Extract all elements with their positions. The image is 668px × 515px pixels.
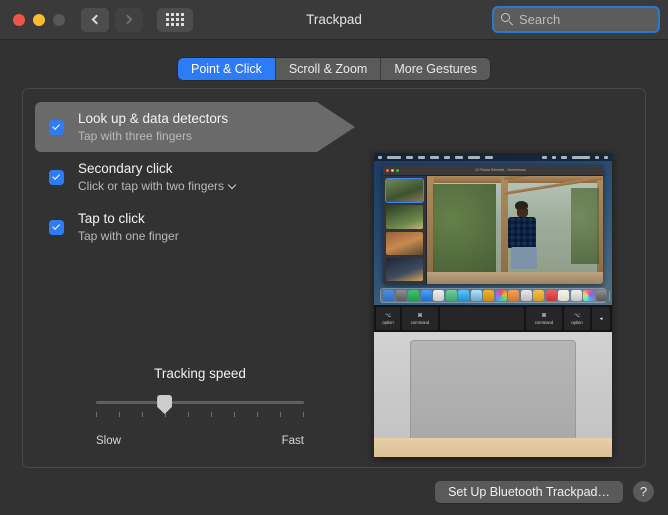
preview-thumbnail-sidebar: [383, 176, 427, 284]
grid-icon: [166, 13, 184, 26]
search-input[interactable]: [519, 12, 668, 27]
trackpad-preferences-window: Trackpad Point & Click Scroll & Zoom Mor…: [0, 0, 668, 515]
preview-app-toolbar: 10 Photos Selected - Greenhouse: [383, 165, 603, 176]
preview-thumbnail: [386, 257, 423, 281]
preview-thumbnail: [385, 177, 424, 204]
tab-scroll-and-zoom[interactable]: Scroll & Zoom: [275, 58, 382, 80]
option-row-tap-to-click[interactable]: Tap to click Tap with one finger: [35, 202, 365, 252]
key-command-left: ⌘ command: [402, 307, 438, 330]
checkmark-icon: [52, 222, 61, 230]
chevron-left-icon: [91, 14, 102, 25]
preview-laptop-deck: [374, 332, 612, 457]
preview-thumbnail: [386, 205, 423, 229]
option-row-look-up[interactable]: Look up & data detectors Tap with three …: [35, 102, 365, 152]
slider-track[interactable]: [96, 401, 304, 404]
key-option-right: ⌥ option: [564, 307, 590, 330]
minimize-button[interactable]: [33, 13, 45, 26]
settings-panel: Look up & data detectors Tap with three …: [22, 88, 646, 468]
key-arrow: ◂: [592, 307, 610, 330]
bottom-bar: Set Up Bluetooth Trackpad… ?: [0, 468, 668, 515]
slider-max-label: Fast: [281, 435, 304, 447]
preview-dock: [380, 288, 610, 303]
search-icon: [501, 13, 514, 26]
preview-main-photo: [427, 176, 603, 284]
navigation-buttons: [81, 7, 143, 32]
option-subtitle: Tap with one finger: [78, 228, 179, 244]
options-list: Look up & data detectors Tap with three …: [35, 102, 365, 252]
option-row-secondary-click[interactable]: Secondary click Click or tap with two fi…: [35, 152, 365, 202]
checkmark-icon: [52, 122, 61, 130]
slider-ticks: [96, 412, 304, 417]
checkbox-secondary-click[interactable]: [49, 169, 64, 185]
preview-keyboard-row: ⌥ option ⌘ command ⌘ command ⌥ option ◂: [374, 305, 612, 332]
preview-close-icon: [386, 168, 389, 172]
forward-button: [115, 7, 143, 32]
preview-app-body: [383, 176, 603, 284]
key-option-left: ⌥ option: [376, 307, 400, 330]
option-subtitle-text: Tap with three fingers: [78, 129, 193, 143]
option-text: Secondary click Click or tap with two fi…: [78, 160, 237, 194]
option-text: Look up & data detectors Tap with three …: [78, 110, 228, 144]
preview-zoom-icon: [396, 168, 399, 172]
search-field[interactable]: [492, 6, 668, 33]
tab-bar: Point & Click Scroll & Zoom More Gesture…: [0, 58, 668, 80]
chevron-down-icon[interactable]: [227, 180, 237, 190]
option-title: Secondary click: [78, 161, 173, 176]
chevron-right-icon: [122, 14, 133, 25]
preview-photos-app-window: 10 Photos Selected - Greenhouse: [383, 165, 603, 284]
option-subtitle-text: Click or tap with two fingers: [78, 179, 225, 193]
key-space: [440, 307, 524, 330]
option-subtitle: Tap with three fingers: [78, 128, 228, 144]
tracking-speed-label: Tracking speed: [154, 366, 246, 381]
checkmark-icon: [52, 172, 61, 180]
preview-app-title: 10 Photos Selected - Greenhouse: [474, 168, 527, 172]
option-subtitle-text: Tap with one finger: [78, 229, 179, 243]
window-body: Point & Click Scroll & Zoom More Gesture…: [0, 40, 668, 515]
preview-menu-bar: [374, 153, 612, 161]
show-all-button[interactable]: [157, 7, 193, 32]
tracking-speed-slider[interactable]: [96, 395, 304, 429]
key-command-right: ⌘ command: [526, 307, 562, 330]
preview-screen: 10 Photos Selected - Greenhouse: [374, 153, 612, 305]
option-subtitle[interactable]: Click or tap with two fingers: [78, 178, 237, 194]
setup-bluetooth-trackpad-button[interactable]: Set Up Bluetooth Trackpad…: [435, 480, 623, 503]
preview-trackpad: [410, 340, 576, 444]
gesture-preview-video: 10 Photos Selected - Greenhouse ⌥ option…: [374, 153, 612, 457]
help-button[interactable]: ?: [633, 481, 654, 502]
tab-point-and-click[interactable]: Point & Click: [177, 58, 276, 80]
checkbox-tap-to-click[interactable]: [49, 219, 64, 235]
tracking-speed-control: Tracking speed Slow Fast: [35, 366, 365, 447]
close-button[interactable]: [13, 13, 25, 26]
traffic-lights: [13, 13, 65, 26]
slider-end-labels: Slow Fast: [96, 435, 304, 447]
option-title: Tap to click: [78, 211, 145, 226]
preview-desk-surface: [374, 438, 612, 457]
checkbox-look-up[interactable]: [49, 119, 64, 135]
back-button[interactable]: [81, 7, 109, 32]
preview-minimize-icon: [391, 168, 394, 172]
slider-min-label: Slow: [96, 435, 121, 447]
tab-group: Point & Click Scroll & Zoom More Gesture…: [177, 58, 491, 80]
preview-thumbnail: [386, 231, 423, 255]
option-text: Tap to click Tap with one finger: [78, 210, 179, 244]
tab-more-gestures[interactable]: More Gestures: [381, 58, 491, 80]
zoom-button: [53, 13, 65, 26]
title-bar: Trackpad: [0, 0, 668, 40]
option-title: Look up & data detectors: [78, 111, 229, 126]
